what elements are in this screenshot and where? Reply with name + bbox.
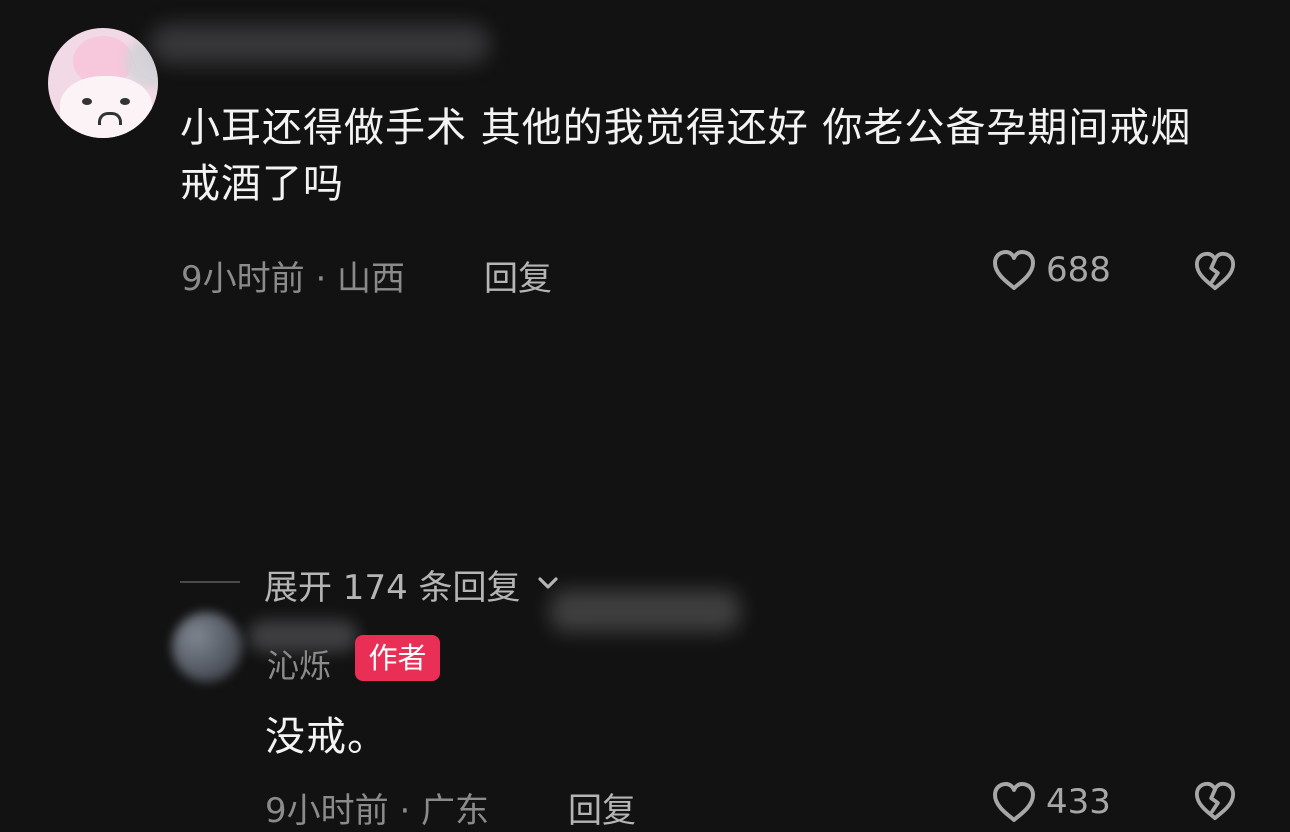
like-count: 688 [1046,250,1111,290]
broken-heart-icon[interactable] [1192,250,1238,292]
reply-like-button[interactable]: 433 [990,780,1111,824]
avatar-face-shape [60,76,152,138]
like-button[interactable]: 688 [990,248,1111,292]
reply-like-count: 433 [1046,782,1111,822]
reply-text: 没戒。 [265,714,388,760]
reply-author-avatar[interactable] [172,612,242,682]
blurred-username [150,24,490,64]
commenter-avatar[interactable] [48,28,158,138]
broken-heart-icon[interactable] [1192,780,1238,822]
avatar-right-eye [120,98,130,105]
chevron-down-icon[interactable] [536,571,560,595]
avatar-mouth [98,112,122,125]
avatar-left-eye [82,98,92,105]
heart-outline-icon [993,250,1035,290]
comment-meta: 9小时前 · 山西 [181,259,406,299]
expand-divider-line [180,581,240,583]
author-badge: 作者 [355,635,440,681]
main-comment: 小耳还得做手术 其他的我觉得还好 你老公备孕期间戒烟戒酒了吗 9小时前 · 山西… [0,0,1290,300]
expand-replies-label[interactable]: 展开 174 条回复 [264,560,521,609]
heart-outline-icon [993,782,1035,822]
expand-replies-row[interactable]: 展开 174 条回复 [180,560,680,609]
reply-button[interactable]: 回复 [484,251,552,300]
reply-meta: 9小时前 · 广东 [265,791,490,831]
reply-author-name: 沁烁 [267,647,332,685]
reply-comment: 沁烁 作者 没戒。 9小时前 · 广东 回复 433 [0,300,1290,831]
reply-reply-button[interactable]: 回复 [568,783,636,832]
comment-text: 小耳还得做手术 其他的我觉得还好 你老公备孕期间戒烟戒酒了吗 [180,105,1192,207]
